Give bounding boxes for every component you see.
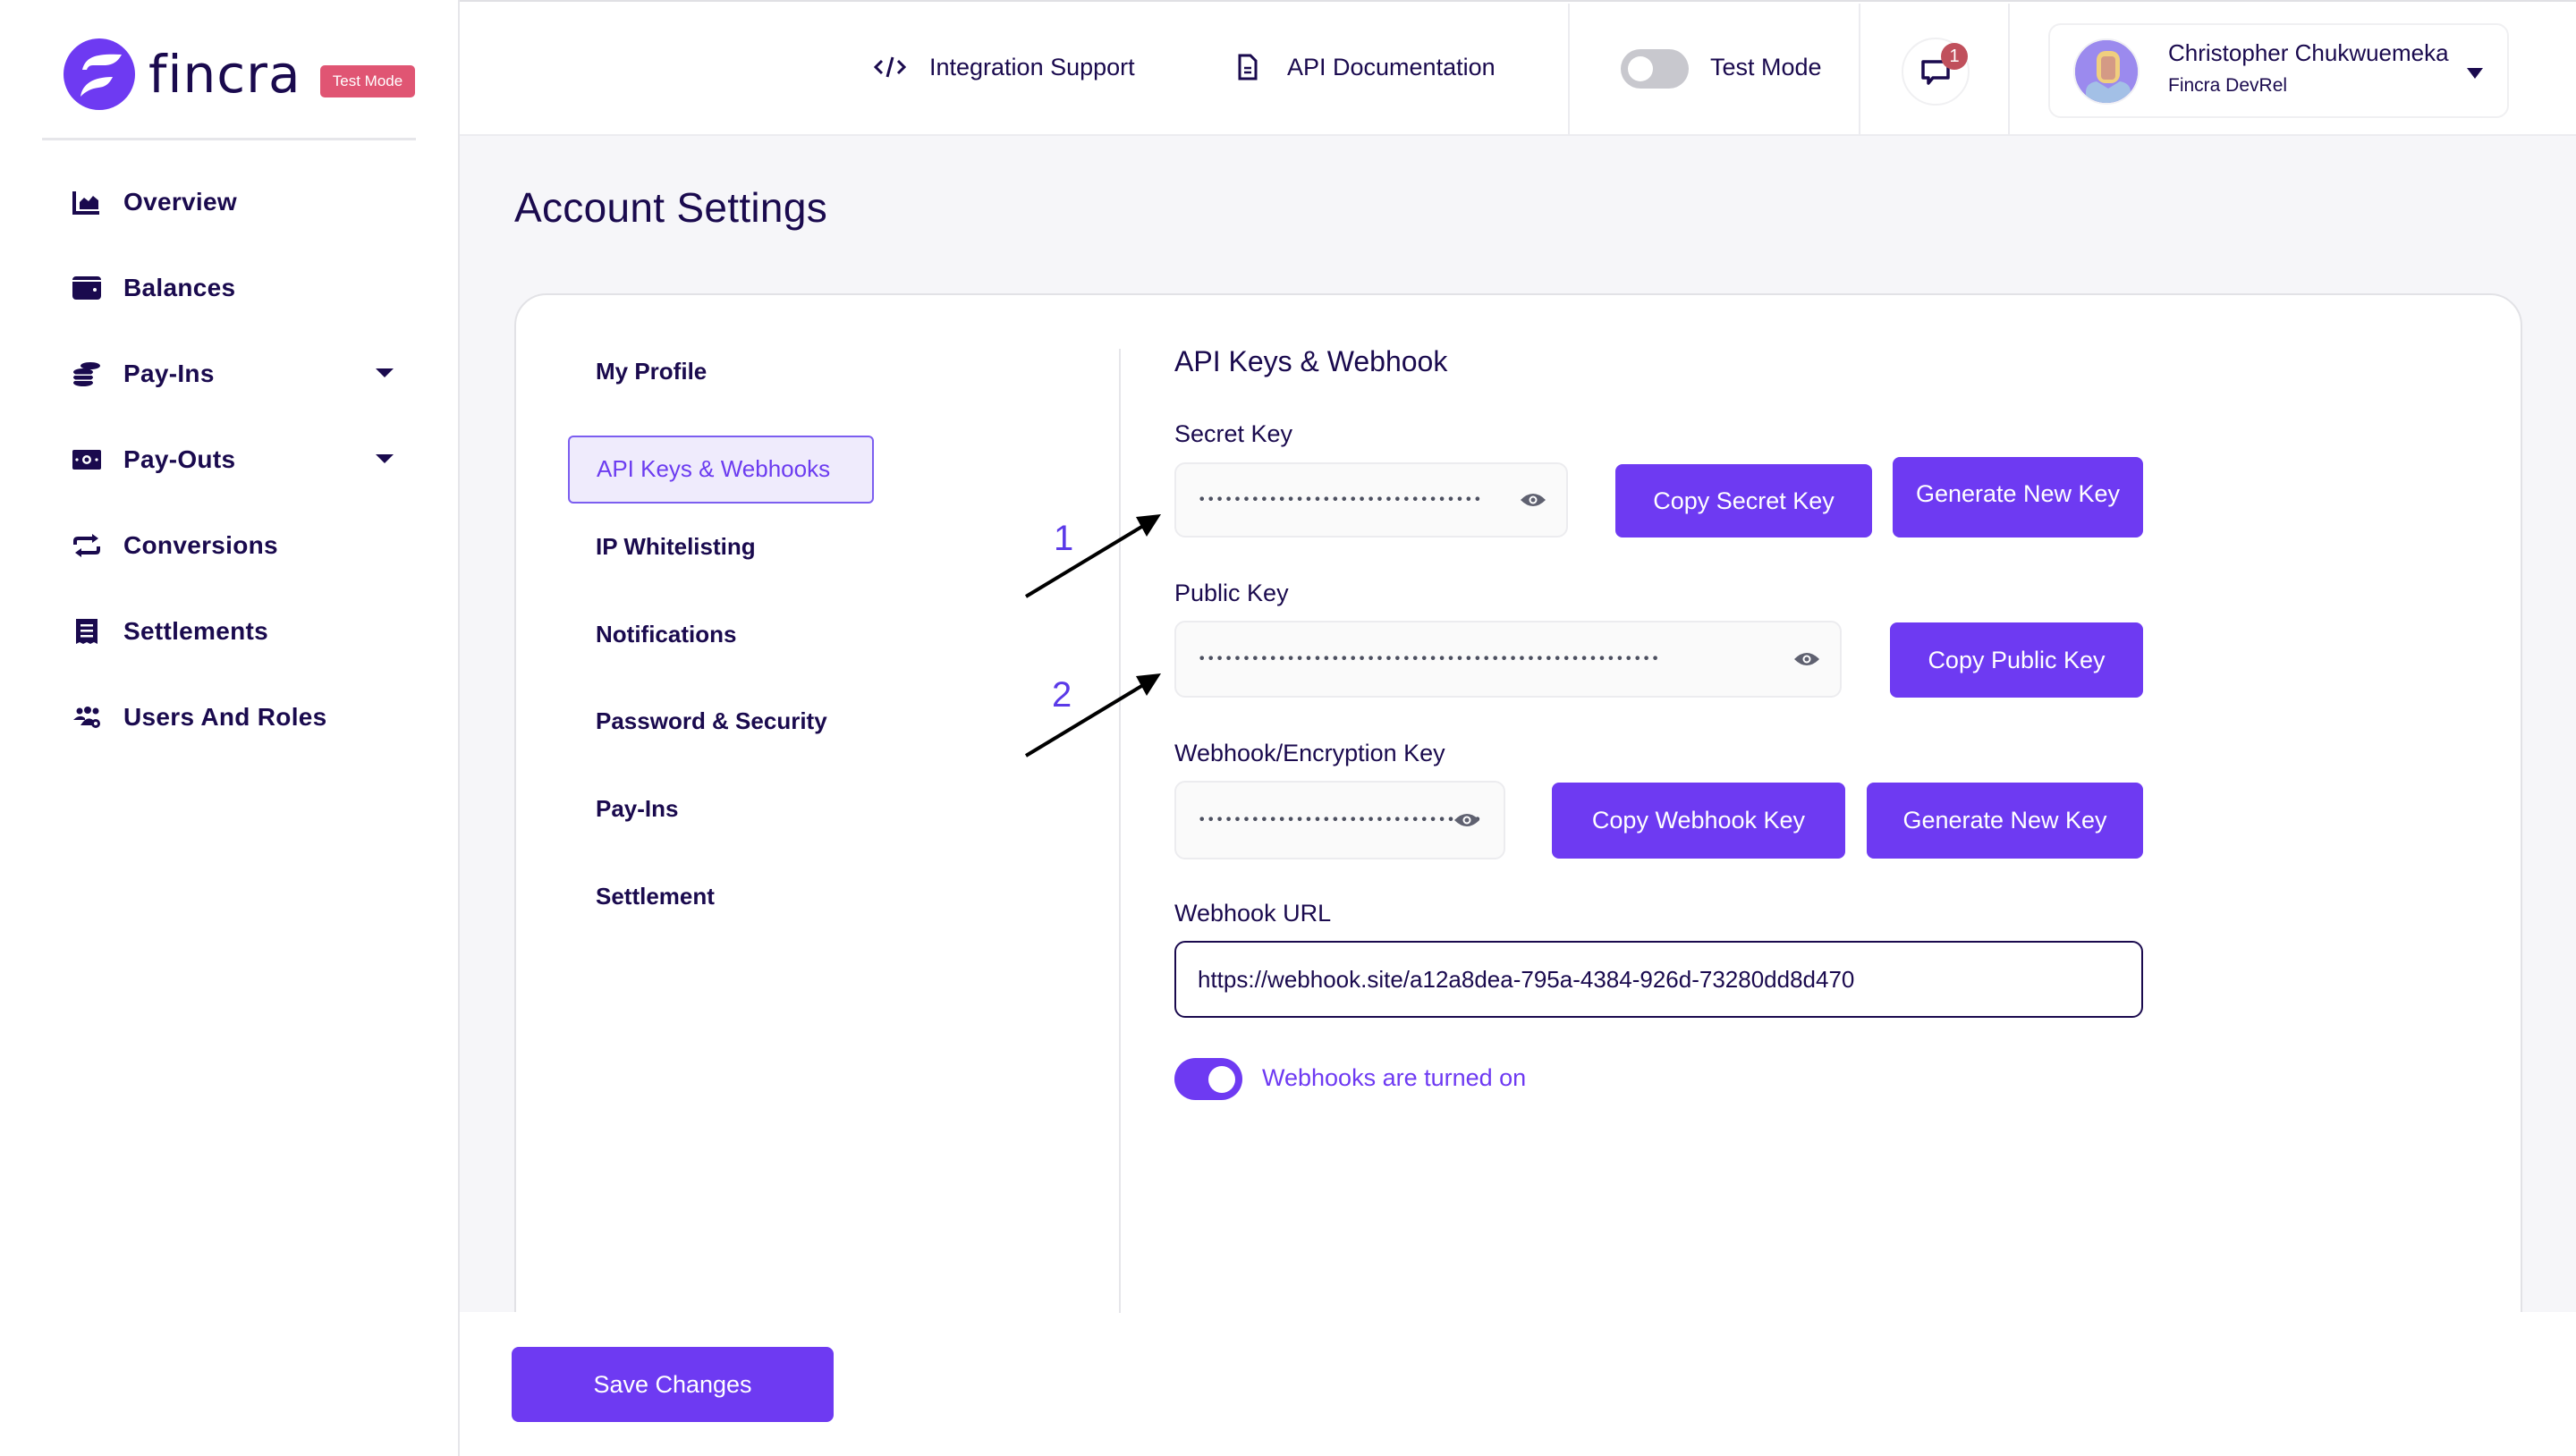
annotation-arrow-2 [1024,678,1154,758]
users-cog-icon [72,702,102,732]
annotation-arrows [1024,514,1161,758]
chart-area-icon [72,187,102,217]
document-icon [1230,54,1266,80]
sidebar-item-balances[interactable]: Balances [72,261,394,315]
topbar-divider [1568,4,1570,136]
settings-nav-api-keys-webhooks[interactable]: API Keys & Webhooks [568,436,874,504]
arrow-head-icon [1136,514,1161,537]
webhook-key-label: Webhook/Encryption Key [1174,740,1445,766]
webhook-url-label: Webhook URL [1174,900,1332,927]
sidebar-item-label: Overview [123,188,237,216]
settings-nav-notifications[interactable]: Notifications [596,621,736,648]
sidebar-item-label: Conversions [123,531,278,559]
sidebar-item-label: Settlements [123,617,269,645]
sidebar-item-label: Pay-Outs [123,445,236,473]
settings-nav-password-security[interactable]: Password & Security [596,707,827,735]
settings-nav-pay-ins[interactable]: Pay-Ins [596,795,679,823]
toggle-knob [1208,1066,1235,1093]
webhook-key-field[interactable]: •••••••••••••••••••••••••••••••• [1174,781,1505,859]
annotation-label-2: 2 [1052,675,1072,715]
settings-nav-settlement[interactable]: Settlement [596,883,715,910]
chevron-down-icon [2467,68,2483,79]
receipt-icon [72,616,102,647]
annotation-label-1: 1 [1054,519,1074,558]
sidebar-divider [42,138,416,140]
chevron-down-icon[interactable] [376,368,394,377]
section-heading: API Keys & Webhook [1174,345,1448,377]
test-mode-label: Test Mode [1710,54,1822,80]
annotation-arrow-1 [1024,519,1154,598]
exchange-icon [72,530,102,561]
avatar [2073,38,2140,105]
toggle-knob [1628,56,1653,81]
chevron-down-icon[interactable] [376,454,394,463]
webhooks-toggle[interactable] [1174,1058,1242,1100]
settings-nav-my-profile[interactable]: My Profile [596,358,707,385]
user-profile-menu[interactable]: Christopher Chukwuemeka Fincra DevRel [2048,23,2509,118]
sidebar-item-label: Balances [123,274,236,301]
sidebar-item-pay-outs[interactable]: Pay-Outs [72,433,394,487]
generate-new-secret-key-button[interactable]: Generate New Key [1893,457,2143,538]
public-key-masked-value: ••••••••••••••••••••••••••••••••••••••••… [1198,649,1660,667]
code-icon [872,55,908,79]
generate-new-webhook-key-button[interactable]: Generate New Key [1867,783,2143,859]
wallet-icon [72,273,102,303]
card-divider [1119,349,1121,1313]
webhooks-status-text: Webhooks are turned on [1262,1064,1527,1091]
public-key-label: Public Key [1174,580,1289,606]
brand-name: fincra [148,44,301,105]
copy-webhook-key-button[interactable]: Copy Webhook Key [1552,783,1845,859]
secret-key-masked-value: •••••••••••••••••••••••••••••••• [1198,490,1482,508]
webhook-key-masked-value: •••••••••••••••••••••••••••••••• [1198,810,1482,828]
sidebar-item-label: Pay-Ins [123,360,215,387]
secret-key-label: Secret Key [1174,420,1293,447]
sidebar: fincra Test Mode Overview Balances Pay-I… [0,0,460,1456]
notifications-button[interactable]: 1 [1902,38,1970,106]
arrow-head-icon [1136,673,1161,696]
notification-count-badge: 1 [1941,43,1968,70]
test-mode-badge: Test Mode [320,65,415,97]
sidebar-item-users-and-roles[interactable]: Users And Roles [72,690,394,744]
api-documentation-link[interactable]: API Documentation [1230,47,1496,88]
integration-support-link[interactable]: Integration Support [872,47,1135,88]
test-mode-toggle[interactable] [1621,49,1689,89]
copy-public-key-button[interactable]: Copy Public Key [1890,622,2143,698]
integration-support-label: Integration Support [929,53,1135,80]
topbar-divider [1859,4,1860,136]
settings-nav-ip-whitelisting[interactable]: IP Whitelisting [596,533,756,561]
eye-icon[interactable] [1793,650,1820,668]
sidebar-item-overview[interactable]: Overview [72,175,394,229]
coins-icon [72,359,102,389]
eye-icon[interactable] [1453,811,1480,829]
secret-key-field[interactable]: •••••••••••••••••••••••••••••••• [1174,462,1568,538]
top-bar: Integration Support API Documentation Te… [460,0,2576,136]
sidebar-item-settlements[interactable]: Settlements [72,605,394,658]
fincra-logo-mark-icon [64,38,135,110]
sidebar-item-pay-ins[interactable]: Pay-Ins [72,347,394,401]
eye-icon[interactable] [1520,491,1546,509]
save-changes-button[interactable]: Save Changes [512,1347,834,1422]
settings-nav-label: API Keys & Webhooks [597,455,831,482]
topbar-divider [2008,4,2010,136]
public-key-field[interactable]: ••••••••••••••••••••••••••••••••••••••••… [1174,621,1842,698]
user-role: Fincra DevRel [2168,75,2288,96]
page-title: Account Settings [514,184,828,231]
sidebar-item-conversions[interactable]: Conversions [72,519,394,572]
sidebar-item-label: Users And Roles [123,703,327,731]
money-bill-icon [72,444,102,475]
fincra-logo[interactable]: fincra [63,36,304,113]
user-name: Christopher Chukwuemeka [2168,39,2449,66]
copy-secret-key-button[interactable]: Copy Secret Key [1615,464,1872,538]
webhook-url-input[interactable] [1174,941,2143,1018]
api-documentation-label: API Documentation [1287,53,1496,80]
